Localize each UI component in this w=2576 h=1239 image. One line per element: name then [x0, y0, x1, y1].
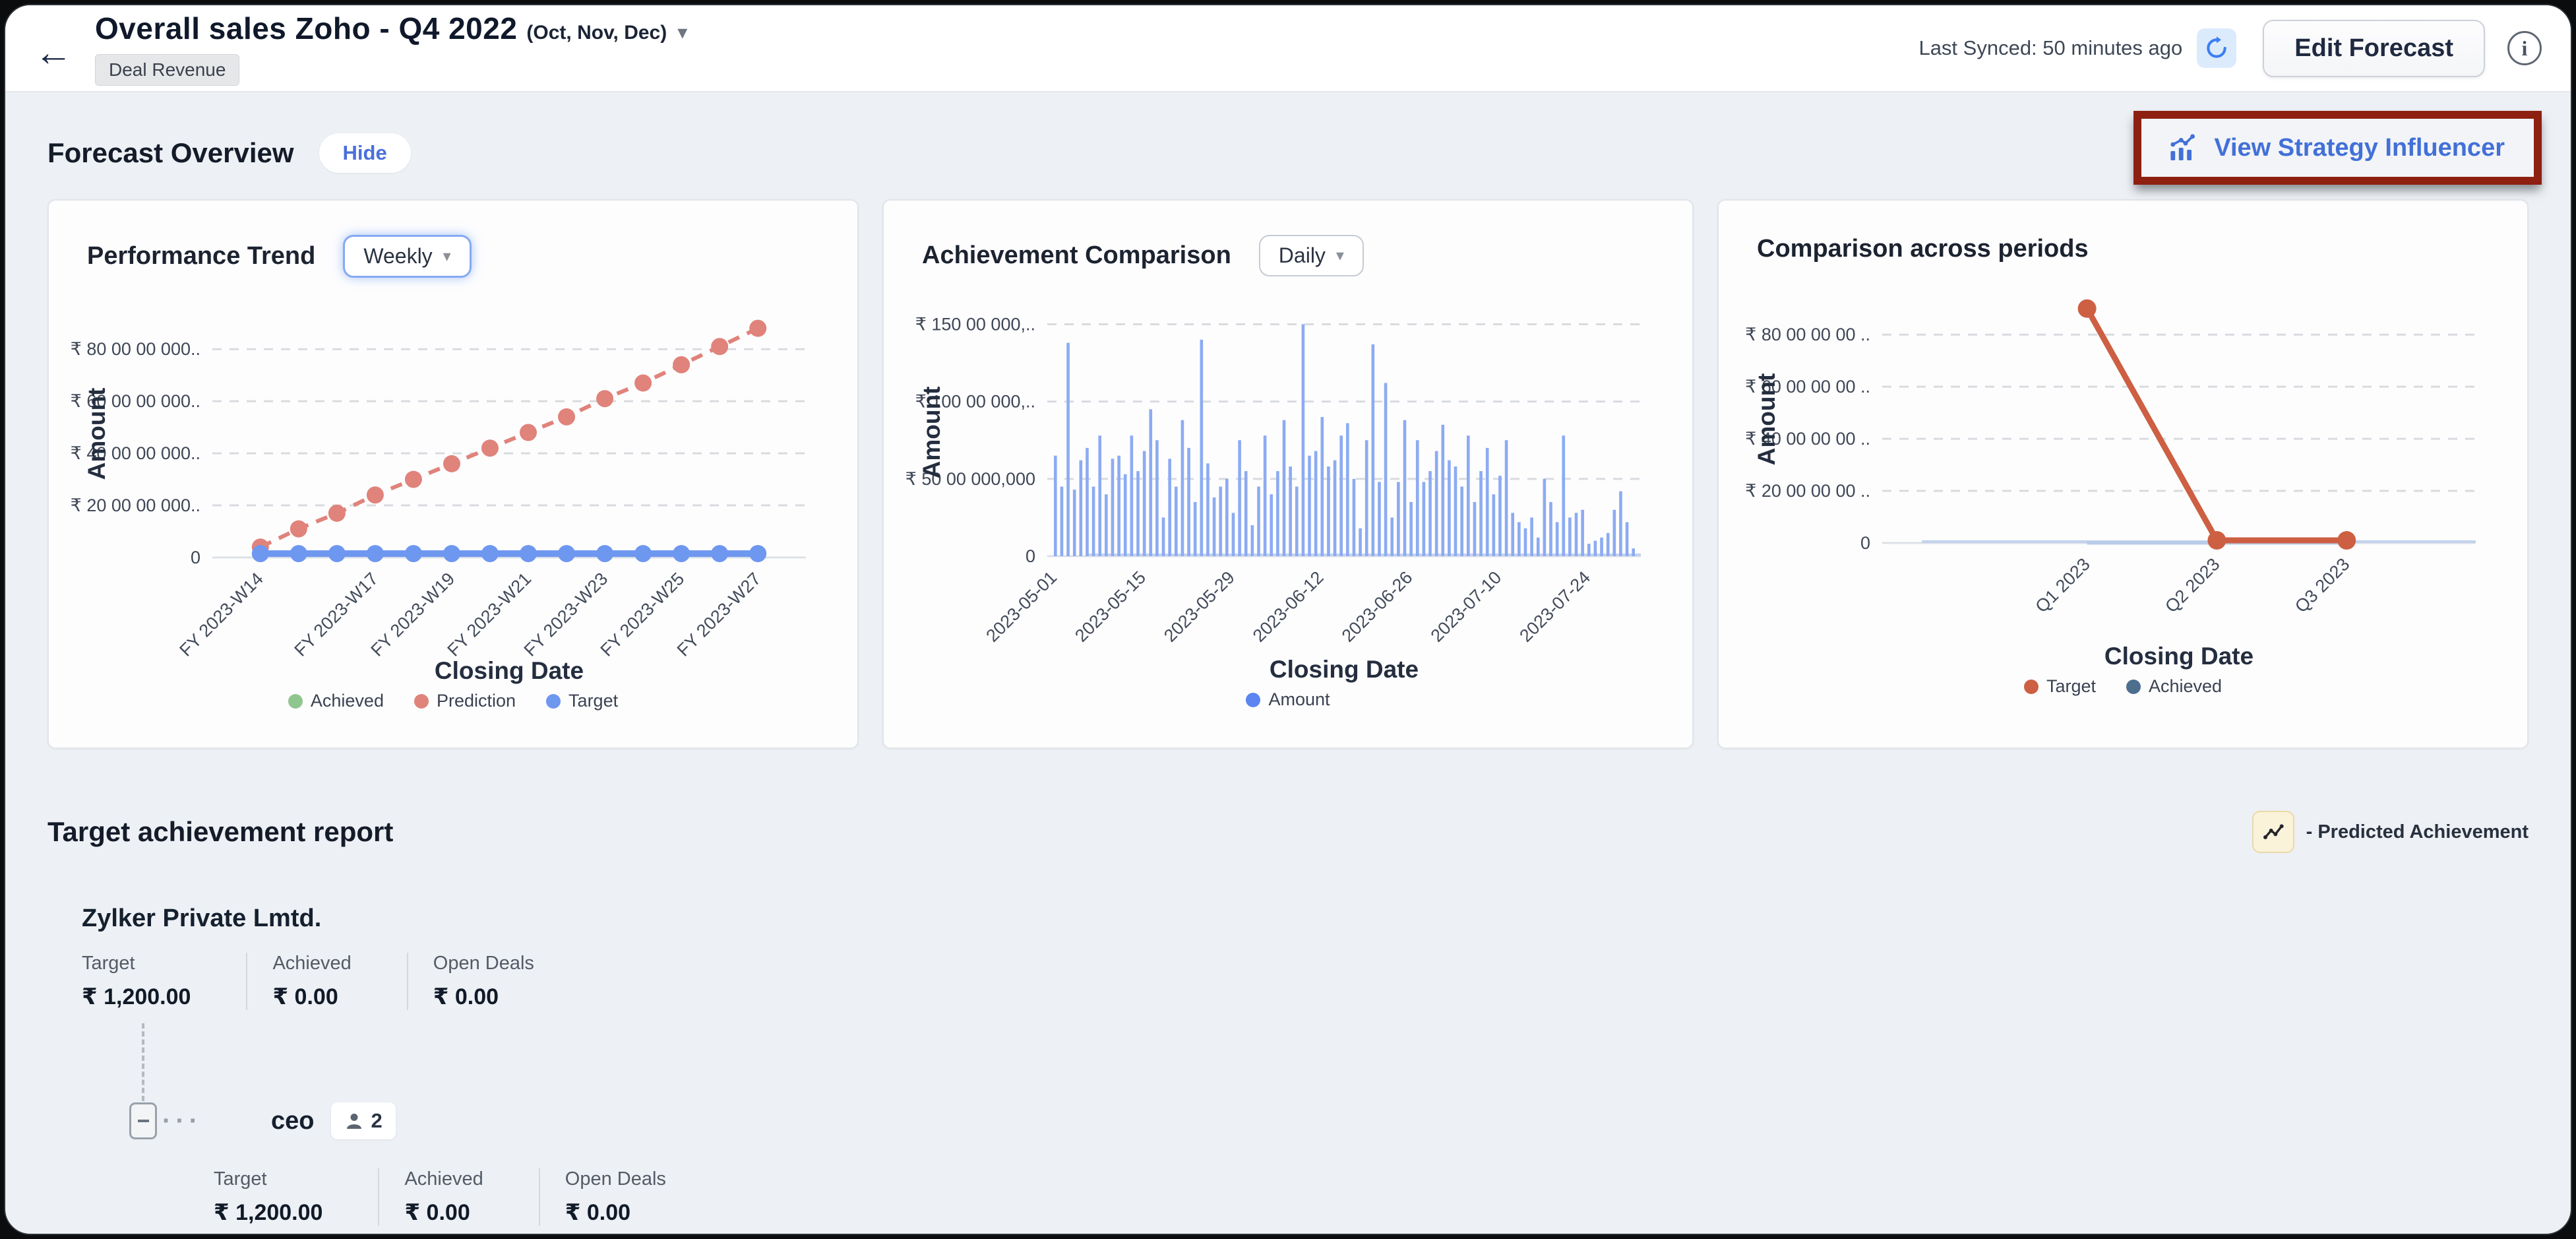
ceo-stat-achieved: Achieved ₹ 0.00: [378, 1168, 538, 1226]
ceo-row: ··· ceo 2: [129, 1102, 2529, 1139]
svg-text:Q3 2023: Q3 2023: [2291, 554, 2353, 616]
svg-text:0: 0: [1860, 533, 1870, 553]
svg-text:Closing Date: Closing Date: [435, 657, 584, 684]
hide-button[interactable]: Hide: [319, 133, 411, 173]
org-name: Zylker Private Lmtd.: [82, 905, 2529, 933]
legend-item: Target: [2024, 676, 2096, 697]
ceo-stats-row: Target ₹ 1,200.00 Achieved ₹ 0.00 Open D…: [214, 1168, 2529, 1226]
svg-text:₹ 150 00 000,..: ₹ 150 00 000,..: [915, 314, 1035, 334]
report-title: Target achievement report: [47, 816, 393, 848]
performance-trend-title: Performance Trend: [87, 242, 315, 270]
refresh-button[interactable]: [2197, 28, 2236, 68]
report-tree: Zylker Private Lmtd. Target ₹ 1,200.00 A…: [47, 905, 2529, 1226]
deal-revenue-chip: Deal Revenue: [95, 54, 239, 86]
svg-text:₹ 80 00 00 00 ..: ₹ 80 00 00 00 ..: [1745, 325, 1870, 344]
app-window: ← Overall sales Zoho - Q4 2022 (Oct, Nov…: [4, 4, 2572, 1235]
comparison-across-periods-card: Comparison across periods ₹ 80 00 00 00 …: [1717, 199, 2529, 749]
legend-item: Target: [546, 691, 618, 711]
comparison-across-periods-chart: ₹ 80 00 00 00 ..₹ 60 00 00 00 ..₹ 40 00 …: [1740, 266, 2505, 675]
report-header: Target achievement report - Predicted Ac…: [47, 811, 2529, 853]
predicted-achievement-legend: - Predicted Achievement: [2252, 811, 2529, 853]
svg-text:₹ 80 00 00 000..: ₹ 80 00 00 000..: [71, 339, 200, 359]
svg-text:2023-06-12: 2023-06-12: [1249, 567, 1328, 646]
back-arrow-icon[interactable]: ←: [34, 34, 73, 72]
minus-icon: [138, 1120, 149, 1122]
svg-text:2023-05-29: 2023-05-29: [1160, 567, 1239, 646]
chevron-down-icon: ▾: [1336, 246, 1344, 265]
ceo-user-count-badge[interactable]: 2: [331, 1102, 395, 1139]
period-select-value: Weekly: [363, 244, 432, 269]
edit-forecast-button[interactable]: Edit Forecast: [2263, 20, 2485, 77]
legend-dot: [288, 694, 303, 709]
svg-text:₹ 20 00 00 00 ..: ₹ 20 00 00 00 ..: [1745, 481, 1870, 501]
tree-dots: ···: [162, 1106, 202, 1136]
refresh-icon: [2204, 36, 2229, 61]
forecast-overview-title: Forecast Overview: [47, 137, 294, 169]
svg-text:Q2 2023: Q2 2023: [2161, 554, 2223, 616]
svg-text:2023-07-10: 2023-07-10: [1426, 567, 1505, 646]
forecast-cards: Performance Trend Weekly ▾ ₹ 80 00 00 00…: [47, 199, 2529, 749]
person-icon: [344, 1111, 364, 1131]
ceo-stat-target: Target ₹ 1,200.00: [214, 1168, 378, 1226]
title-block: Overall sales Zoho - Q4 2022 (Oct, Nov, …: [95, 11, 687, 86]
svg-text:0: 0: [1026, 546, 1035, 566]
performance-trend-chart: ₹ 80 00 00 000..₹ 60 00 00 000..₹ 40 00 …: [71, 280, 836, 689]
tree-connector: [142, 1023, 144, 1101]
legend-dot: [2126, 680, 2141, 694]
ceo-stat-open-deals: Open Deals ₹ 0.00: [539, 1168, 721, 1226]
svg-text:FY 2023-W14: FY 2023-W14: [175, 569, 267, 660]
predicted-achievement-icon: [2252, 811, 2294, 853]
svg-text:Amount: Amount: [1753, 373, 1780, 466]
legend-item: Prediction: [414, 691, 516, 711]
svg-text:₹ 20 00 00 000..: ₹ 20 00 00 000..: [71, 495, 200, 515]
org-stat-open-deals: Open Deals ₹ 0.00: [407, 953, 590, 1010]
content-area: Forecast Overview Hide View Strategy Inf…: [5, 92, 2571, 1226]
org-stat-target: Target ₹ 1,200.00: [82, 953, 246, 1010]
org-stat-achieved: Achieved ₹ 0.00: [246, 953, 406, 1010]
chevron-down-icon[interactable]: ▾: [677, 21, 687, 44]
svg-text:Amount: Amount: [918, 387, 945, 479]
svg-text:2023-05-01: 2023-05-01: [982, 567, 1060, 646]
achievement-comparison-title: Achievement Comparison: [922, 241, 1231, 270]
legend-item: Amount: [1246, 689, 1330, 710]
legend-item: Achieved: [2126, 676, 2222, 697]
collapse-toggle[interactable]: [129, 1102, 157, 1139]
last-synced-text: Last Synced: 50 minutes ago: [1918, 36, 2182, 60]
view-strategy-influencer-label: View Strategy Influencer: [2214, 134, 2505, 162]
comparison-across-periods-legend: Target Achieved: [1719, 676, 2527, 697]
svg-text:2023-06-26: 2023-06-26: [1338, 567, 1417, 646]
info-icon[interactable]: i: [2507, 31, 2542, 65]
page-title: Overall sales Zoho - Q4 2022: [95, 11, 517, 46]
legend-dot: [546, 694, 561, 709]
achievement-comparison-period-select[interactable]: Daily ▾: [1259, 235, 1364, 276]
svg-text:0: 0: [191, 548, 200, 567]
svg-text:Closing Date: Closing Date: [1270, 656, 1419, 683]
legend-dot: [1246, 693, 1260, 707]
legend-item: Achieved: [288, 691, 384, 711]
performance-trend-period-select[interactable]: Weekly ▾: [343, 235, 471, 278]
achievement-comparison-card: Achievement Comparison Daily ▾ ₹ 150 00 …: [882, 199, 1694, 749]
legend-dot: [414, 694, 429, 709]
legend-dot: [2024, 680, 2039, 694]
performance-trend-legend: Achieved Prediction Target: [49, 691, 857, 711]
svg-text:Closing Date: Closing Date: [2104, 643, 2254, 670]
predicted-achievement-label: - Predicted Achievement: [2306, 821, 2529, 843]
view-strategy-influencer-button[interactable]: View Strategy Influencer: [2133, 111, 2542, 185]
achievement-comparison-chart: ₹ 150 00 000,..₹ 100 00 000,..₹ 50 00 00…: [905, 279, 1671, 688]
page-title-months: (Oct, Nov, Dec): [526, 22, 667, 44]
strategy-chart-icon: [2166, 132, 2198, 164]
header-actions: Last Synced: 50 minutes ago Edit Forecas…: [1918, 20, 2542, 77]
svg-text:Amount: Amount: [83, 388, 110, 480]
svg-text:2023-07-24: 2023-07-24: [1516, 567, 1594, 646]
header-bar: ← Overall sales Zoho - Q4 2022 (Oct, Nov…: [5, 5, 2571, 92]
performance-trend-card: Performance Trend Weekly ▾ ₹ 80 00 00 00…: [47, 199, 859, 749]
org-stats-row: Target ₹ 1,200.00 Achieved ₹ 0.00 Open D…: [82, 953, 2529, 1010]
period-select-value: Daily: [1279, 243, 1326, 268]
achievement-comparison-legend: Amount: [884, 689, 1692, 710]
ceo-name: ceo: [271, 1107, 314, 1135]
chevron-down-icon: ▾: [443, 247, 451, 266]
svg-text:Q1 2023: Q1 2023: [2031, 554, 2093, 616]
comparison-across-periods-title: Comparison across periods: [1757, 235, 2089, 263]
svg-text:2023-05-15: 2023-05-15: [1071, 567, 1150, 646]
